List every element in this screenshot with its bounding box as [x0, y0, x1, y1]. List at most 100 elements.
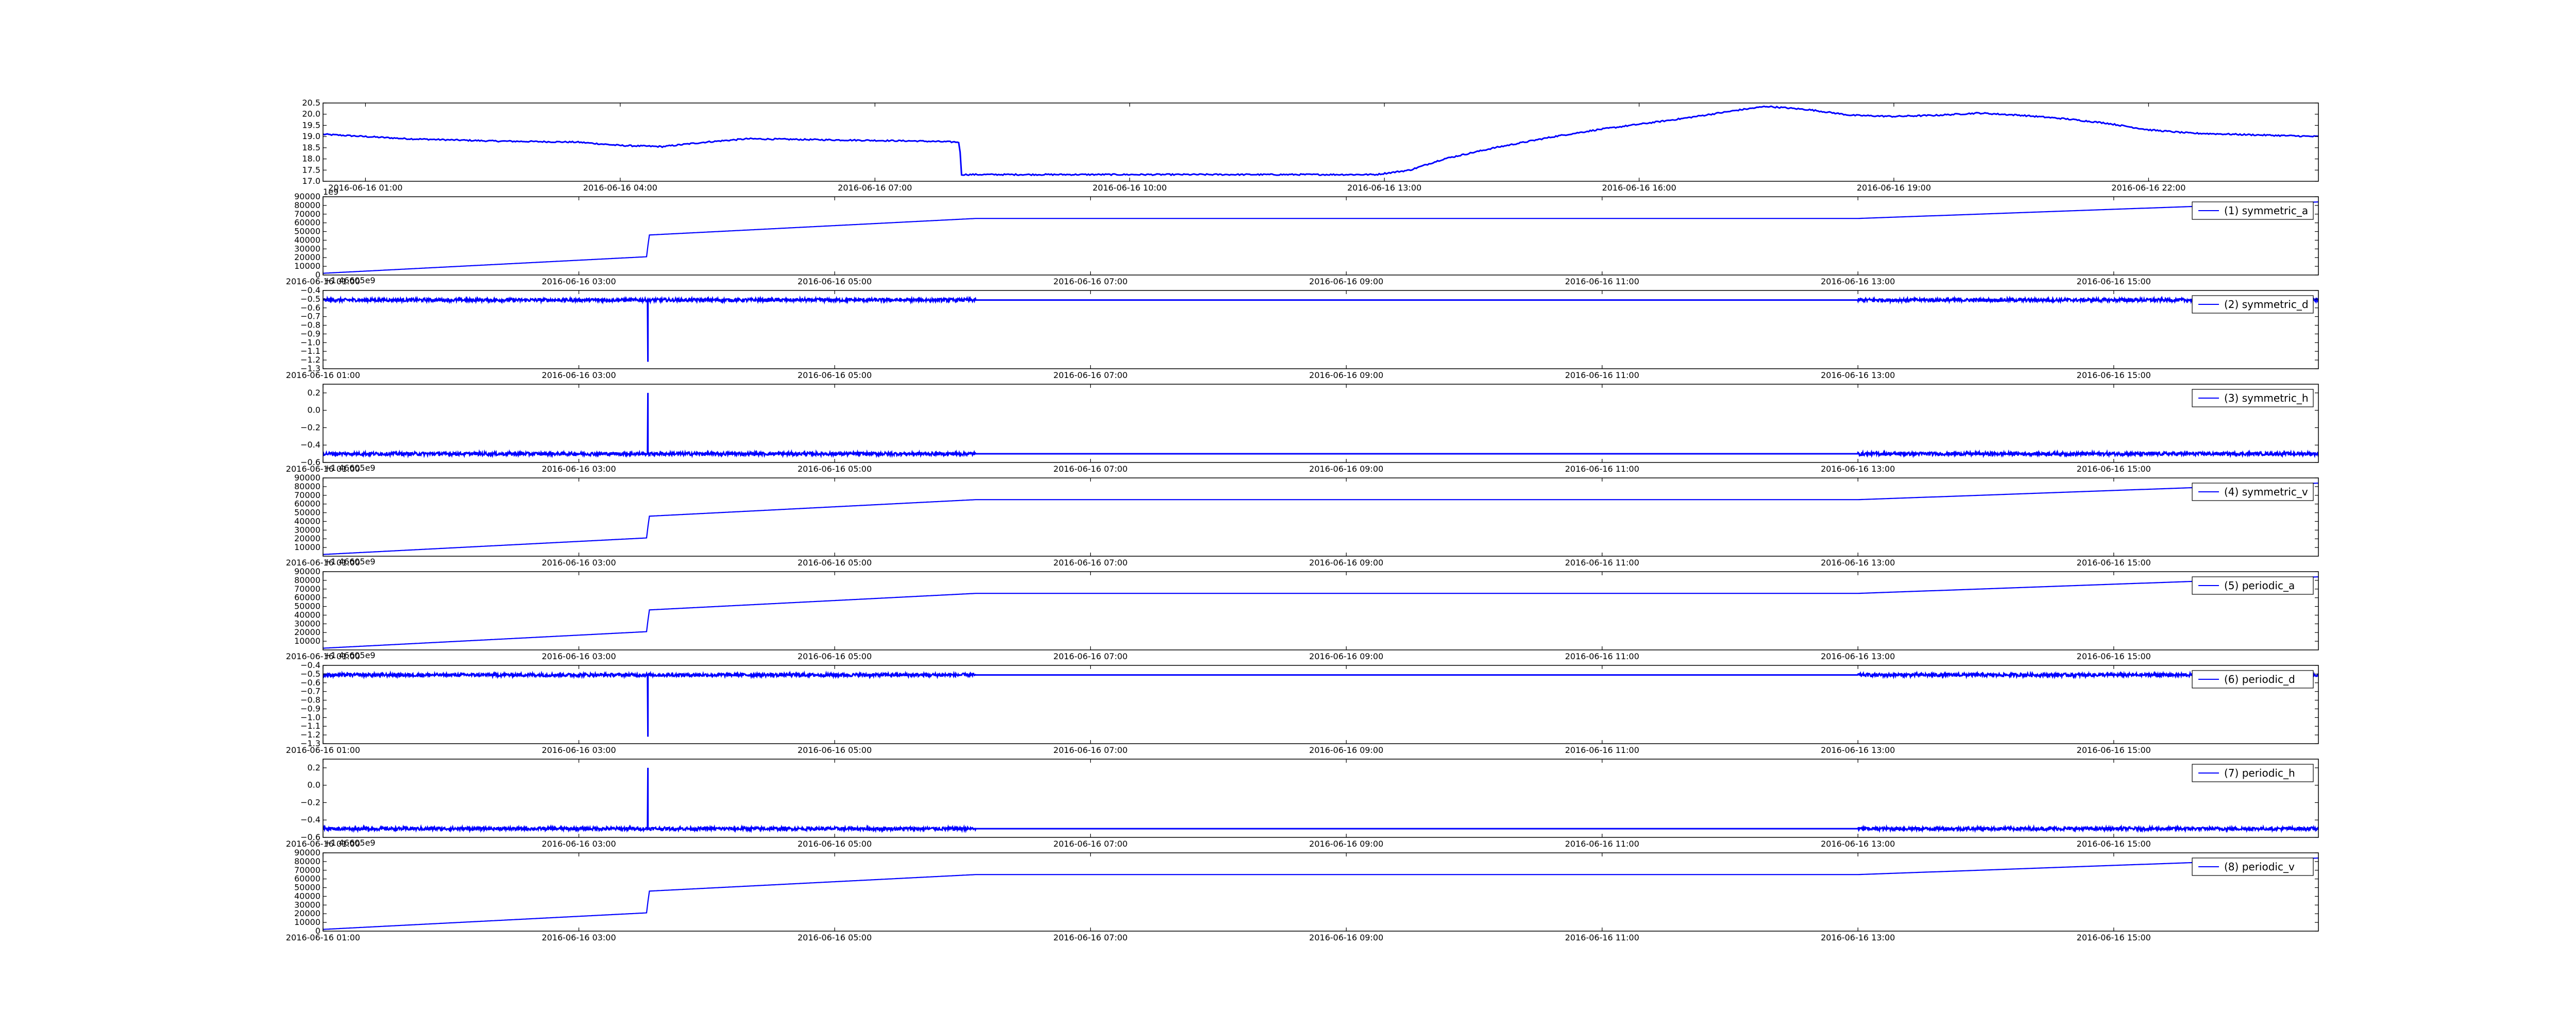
y-tick-label: 0 — [315, 270, 320, 280]
x-offset-label: +1.46605e9 — [324, 650, 376, 660]
y-tick-label: −1.2 — [300, 730, 320, 740]
y-tick-label: 60000 — [294, 874, 320, 884]
x-tick-label: 2016-06-16 11:00 — [1565, 651, 1639, 661]
x-tick-label: 2016-06-16 03:00 — [541, 464, 616, 474]
series-line — [323, 670, 2318, 737]
x-tick-label: 2016-06-16 03:00 — [541, 370, 616, 380]
x-tick-label: 2016-06-16 15:00 — [2077, 651, 2151, 661]
y-tick-label: 30000 — [294, 244, 320, 253]
x-tick-label: 2016-06-16 13:00 — [1821, 558, 1895, 568]
x-tick-label: 2016-06-16 11:00 — [1565, 277, 1639, 286]
y-offset-label: 1e9 — [323, 187, 338, 197]
y-tick-label: −0.6 — [300, 457, 320, 467]
x-tick-label: 2016-06-16 07:00 — [1054, 277, 1128, 286]
y-tick-label: 0.2 — [308, 763, 320, 772]
x-tick-label: 2016-06-16 05:00 — [798, 464, 872, 474]
x-tick-label: 2016-06-16 13:00 — [1821, 745, 1895, 755]
y-tick-label: −0.6 — [300, 303, 320, 313]
y-tick-label: −0.5 — [300, 669, 320, 679]
x-tick-label: 2016-06-16 09:00 — [1309, 839, 1383, 849]
y-tick-label: −1.2 — [300, 355, 320, 365]
y-tick-label: 19.5 — [302, 120, 320, 130]
series-line — [323, 105, 2318, 177]
panel-1: 2016-06-16 01:00 2016-06-16 04:00 2016-06-… — [302, 98, 2319, 193]
x-tick-label: 2016-06-16 09:00 — [1309, 651, 1383, 661]
y-tick-label: 18.0 — [302, 154, 320, 164]
y-tick-label: 60000 — [294, 499, 320, 509]
x-tick-label: 2016-06-16 03:00 — [541, 558, 616, 568]
y-tick-label: 50000 — [294, 227, 320, 236]
axes-frame — [323, 759, 2319, 838]
y-tick-label: 30000 — [294, 619, 320, 628]
y-tick-label: 10000 — [294, 917, 320, 927]
x-tick-label: 2016-06-16 09:00 — [1309, 277, 1383, 286]
x-tick-label: 2016-06-16 05:00 — [798, 558, 872, 568]
x-offset-label: +1.46605e9 — [324, 276, 376, 285]
legend-label: (7) periodic_h — [2224, 767, 2295, 779]
x-tick-label: 2016-06-16 11:00 — [1565, 745, 1639, 755]
y-tick-label: 0 — [315, 926, 320, 936]
y-tick-label: 70000 — [294, 584, 320, 594]
x-tick-label: 2016-06-16 05:00 — [798, 933, 872, 942]
x-tick-label: 2016-06-16 11:00 — [1565, 558, 1639, 568]
x-tick-label: 2016-06-16 07:00 — [1054, 839, 1128, 849]
x-tick-label: 2016-06-16 09:00 — [1309, 558, 1383, 568]
x-tick-label: 2016-06-16 13:00 — [1821, 277, 1895, 286]
x-tick-label: 2016-06-16 13:00 — [1821, 651, 1895, 661]
y-tick-label: −0.7 — [300, 312, 320, 321]
x-tick-label: 2016-06-16 01:00 — [286, 745, 360, 755]
panel-5: 2016-06-16 01:00 2016-06-16 03:00 2016-06-… — [286, 473, 2319, 568]
y-tick-label: −0.5 — [300, 294, 320, 304]
figure: 2016-06-16 01:00 2016-06-16 04:00 2016-06-… — [286, 98, 2319, 942]
panel-4: 2016-06-16 01:00 2016-06-16 03:00 2016-06-… — [286, 384, 2319, 474]
y-tick-label: −0.6 — [300, 678, 320, 688]
x-tick-label: 2016-06-16 09:00 — [1309, 933, 1383, 942]
legend-label: (2) symmetric_d — [2224, 298, 2309, 311]
y-tick-label: −0.4 — [300, 815, 320, 825]
y-tick-label: −1.3 — [300, 364, 320, 373]
x-offset-label: +1.46605e9 — [324, 838, 376, 848]
x-tick-label: 2016-06-16 09:00 — [1309, 464, 1383, 474]
x-tick-label: 2016-06-16 03:00 — [541, 745, 616, 755]
series-line — [323, 857, 2318, 930]
x-offset-label: +1.46605e9 — [324, 557, 376, 566]
x-tick-label: 2016-06-16 15:00 — [2077, 277, 2151, 286]
y-tick-label: 40000 — [294, 610, 320, 620]
x-tick-label: 2016-06-16 07:00 — [1054, 745, 1128, 755]
y-tick-label: −0.8 — [300, 695, 320, 705]
y-tick-label: 80000 — [294, 856, 320, 866]
panel-3: 2016-06-16 01:00 2016-06-16 03:00 2016-06-… — [286, 285, 2319, 380]
x-tick-label: 2016-06-16 13:00 — [1821, 933, 1895, 942]
y-tick-label: −1.0 — [300, 337, 320, 347]
x-tick-label: 2016-06-16 11:00 — [1565, 370, 1639, 380]
x-tick-label: 2016-06-16 03:00 — [541, 933, 616, 942]
series-line — [323, 767, 2318, 833]
axes-frame — [323, 477, 2319, 557]
y-tick-label: 20000 — [294, 252, 320, 262]
y-tick-label: 40000 — [294, 516, 320, 526]
legend-label: (6) periodic_d — [2224, 673, 2295, 685]
x-tick-label: 2016-06-16 05:00 — [798, 370, 872, 380]
y-tick-label: −0.9 — [300, 329, 320, 338]
y-tick-label: 10000 — [294, 261, 320, 271]
y-tick-label: 70000 — [294, 490, 320, 500]
x-tick-label: 2016-06-16 07:00 — [1054, 558, 1128, 568]
legend-label: (4) symmetric_v — [2224, 486, 2308, 498]
x-tick-label: 2016-06-16 05:00 — [798, 651, 872, 661]
axes-frame — [323, 384, 2319, 463]
x-tick-label: 2016-06-16 13:00 — [1821, 839, 1895, 849]
y-tick-label: 80000 — [294, 482, 320, 491]
axes-frame — [323, 196, 2319, 276]
y-tick-label: −0.2 — [300, 422, 320, 432]
x-tick-label: 2016-06-16 11:00 — [1565, 933, 1639, 942]
y-tick-label: 60000 — [294, 593, 320, 603]
x-tick-label: 2016-06-16 22:00 — [2111, 183, 2185, 193]
axes-frame — [323, 290, 2319, 369]
x-tick-label: 2016-06-16 15:00 — [2077, 370, 2151, 380]
panel-6: 2016-06-16 01:00 2016-06-16 03:00 2016-06-… — [286, 566, 2319, 661]
y-tick-label: −0.4 — [300, 285, 320, 295]
axes-frame — [323, 852, 2319, 932]
x-tick-label: 2016-06-16 01:00 — [286, 370, 360, 380]
x-tick-label: 2016-06-16 07:00 — [1054, 464, 1128, 474]
series-line — [323, 201, 2318, 274]
